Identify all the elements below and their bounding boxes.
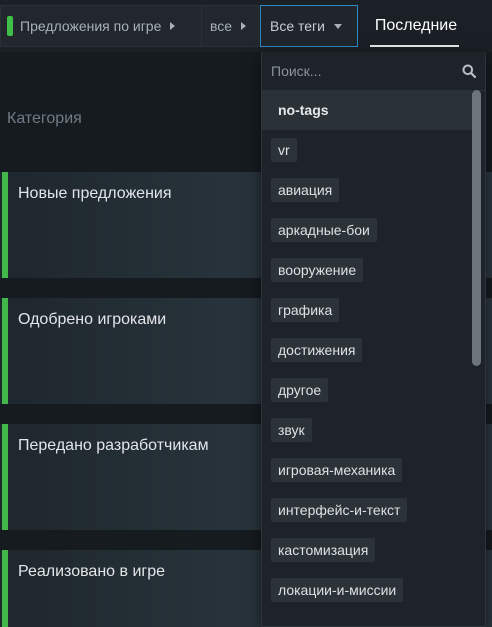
tag-label: достижения <box>271 338 363 362</box>
forum-app: Предложения по игре все Все теги Последн… <box>0 0 492 627</box>
tag-label: кастомизация <box>271 538 376 562</box>
tag-search-input[interactable] <box>262 54 485 88</box>
category-breadcrumb-dropdown[interactable]: Предложения по игре <box>0 5 202 47</box>
tag-label: локации-и-миссии <box>271 578 404 602</box>
search-icon <box>462 64 476 78</box>
subcategory-breadcrumb-label: все <box>210 18 233 34</box>
tag-label: no-tags <box>278 102 329 118</box>
caret-down-icon <box>333 23 342 29</box>
tag-option[interactable]: авиация <box>262 170 472 210</box>
category-name[interactable]: Новые предложения <box>18 185 172 203</box>
category-color-stripe <box>2 298 8 404</box>
tag-option[interactable]: аркадные-бои <box>262 210 472 250</box>
tag-option[interactable]: игровая-механика <box>262 450 472 490</box>
category-column-header: Категория <box>7 110 82 127</box>
tag-option[interactable]: интерфейс-и-текст <box>262 490 472 530</box>
navigation-bar: Предложения по игре все Все теги Последн… <box>0 0 492 52</box>
tag-list: no-tags vr авиация аркадные-бои вооружен… <box>262 90 472 610</box>
category-color-stripe <box>2 424 8 530</box>
tag-label: другое <box>271 378 329 402</box>
tag-option[interactable]: локации-и-миссии <box>262 570 472 610</box>
tab-latest[interactable]: Последние <box>362 5 470 47</box>
category-name[interactable]: Одобрено игроками <box>18 311 166 329</box>
category-name[interactable]: Передано разработчикам <box>18 437 209 455</box>
subcategory-breadcrumb-dropdown[interactable]: все <box>201 5 259 47</box>
category-color-stripe <box>2 172 8 278</box>
category-breadcrumb-label: Предложения по игре <box>20 18 162 34</box>
tag-label: вооружение <box>271 258 364 282</box>
tag-option[interactable]: другое <box>262 370 472 410</box>
category-name[interactable]: Реализовано в игре <box>18 563 165 581</box>
tag-label: vr <box>271 138 297 162</box>
tags-dropdown-menu: no-tags vr авиация аркадные-бои вооружен… <box>261 52 486 627</box>
tag-option[interactable]: достижения <box>262 330 472 370</box>
caret-right-icon <box>241 22 247 30</box>
dropdown-scrollbar[interactable] <box>472 90 481 366</box>
tag-option[interactable]: vr <box>262 130 472 170</box>
tag-option[interactable]: звук <box>262 410 472 450</box>
tags-dropdown-label: Все теги <box>270 18 325 34</box>
tag-option[interactable]: кастомизация <box>262 530 472 570</box>
scrollbar-thumb[interactable] <box>472 90 481 366</box>
tag-label: звук <box>271 418 312 442</box>
tag-option[interactable]: no-tags <box>262 90 472 130</box>
tag-label: авиация <box>271 178 340 202</box>
category-color-badge <box>7 16 13 36</box>
active-tab-underline <box>370 45 459 47</box>
tag-search-box <box>262 54 485 91</box>
tags-dropdown-toggle[interactable]: Все теги <box>260 5 358 47</box>
caret-right-icon <box>170 22 176 30</box>
tag-label: графика <box>271 298 340 322</box>
category-color-stripe <box>2 550 8 627</box>
tab-latest-label: Последние <box>374 17 458 34</box>
tag-option[interactable]: графика <box>262 290 472 330</box>
tag-label: интерфейс-и-текст <box>271 498 408 522</box>
tag-label: игровая-механика <box>271 458 403 482</box>
tag-option[interactable]: вооружение <box>262 250 472 290</box>
tag-label: аркадные-бои <box>271 218 377 242</box>
